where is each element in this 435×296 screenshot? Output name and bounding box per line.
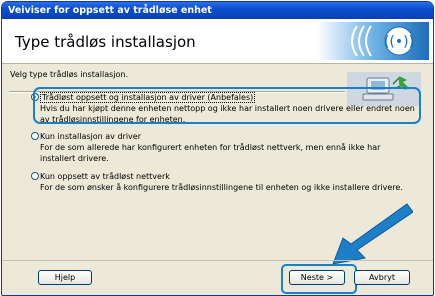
radio-wireless-only[interactable] (31, 172, 39, 180)
window-title: Veiviser for oppsett av trådløse enhet (2, 2, 433, 19)
selection-highlight (33, 87, 421, 124)
option-desc: For de som ønsker å konfigurere trådløsi… (40, 183, 403, 192)
footer-separator (2, 260, 433, 261)
option-wireless-only[interactable]: Kun oppsett av trådløst nettverk For de … (31, 171, 418, 193)
wizard-window: Veiviser for oppsett av trådløse enhet T… (1, 1, 434, 296)
option-driver-only[interactable]: Kun installasjon av driver For de som al… (31, 131, 418, 164)
option-label: Kun oppsett av trådløst nettverk (40, 172, 170, 181)
wizard-header: Type trådløs installasjon ((•)) (2, 19, 433, 64)
instruction-text: Velg type trådløs installasjon. (10, 70, 129, 79)
svg-text:((•)): ((•)) (384, 34, 414, 50)
radio-driver-only[interactable] (31, 132, 39, 140)
wireless-logo-icon: ((•)) (317, 22, 429, 60)
help-button[interactable]: Hjelp (38, 270, 92, 285)
next-button[interactable]: Neste > (289, 270, 345, 285)
page-title: Type trådløs installasjon (15, 33, 196, 51)
option-desc: For de som allerede har konfigurert enhe… (40, 143, 381, 163)
option-label: Kun installasjon av driver (40, 132, 141, 141)
pointer-arrow-icon (332, 203, 413, 265)
cancel-button[interactable]: Avbryt (354, 270, 410, 285)
